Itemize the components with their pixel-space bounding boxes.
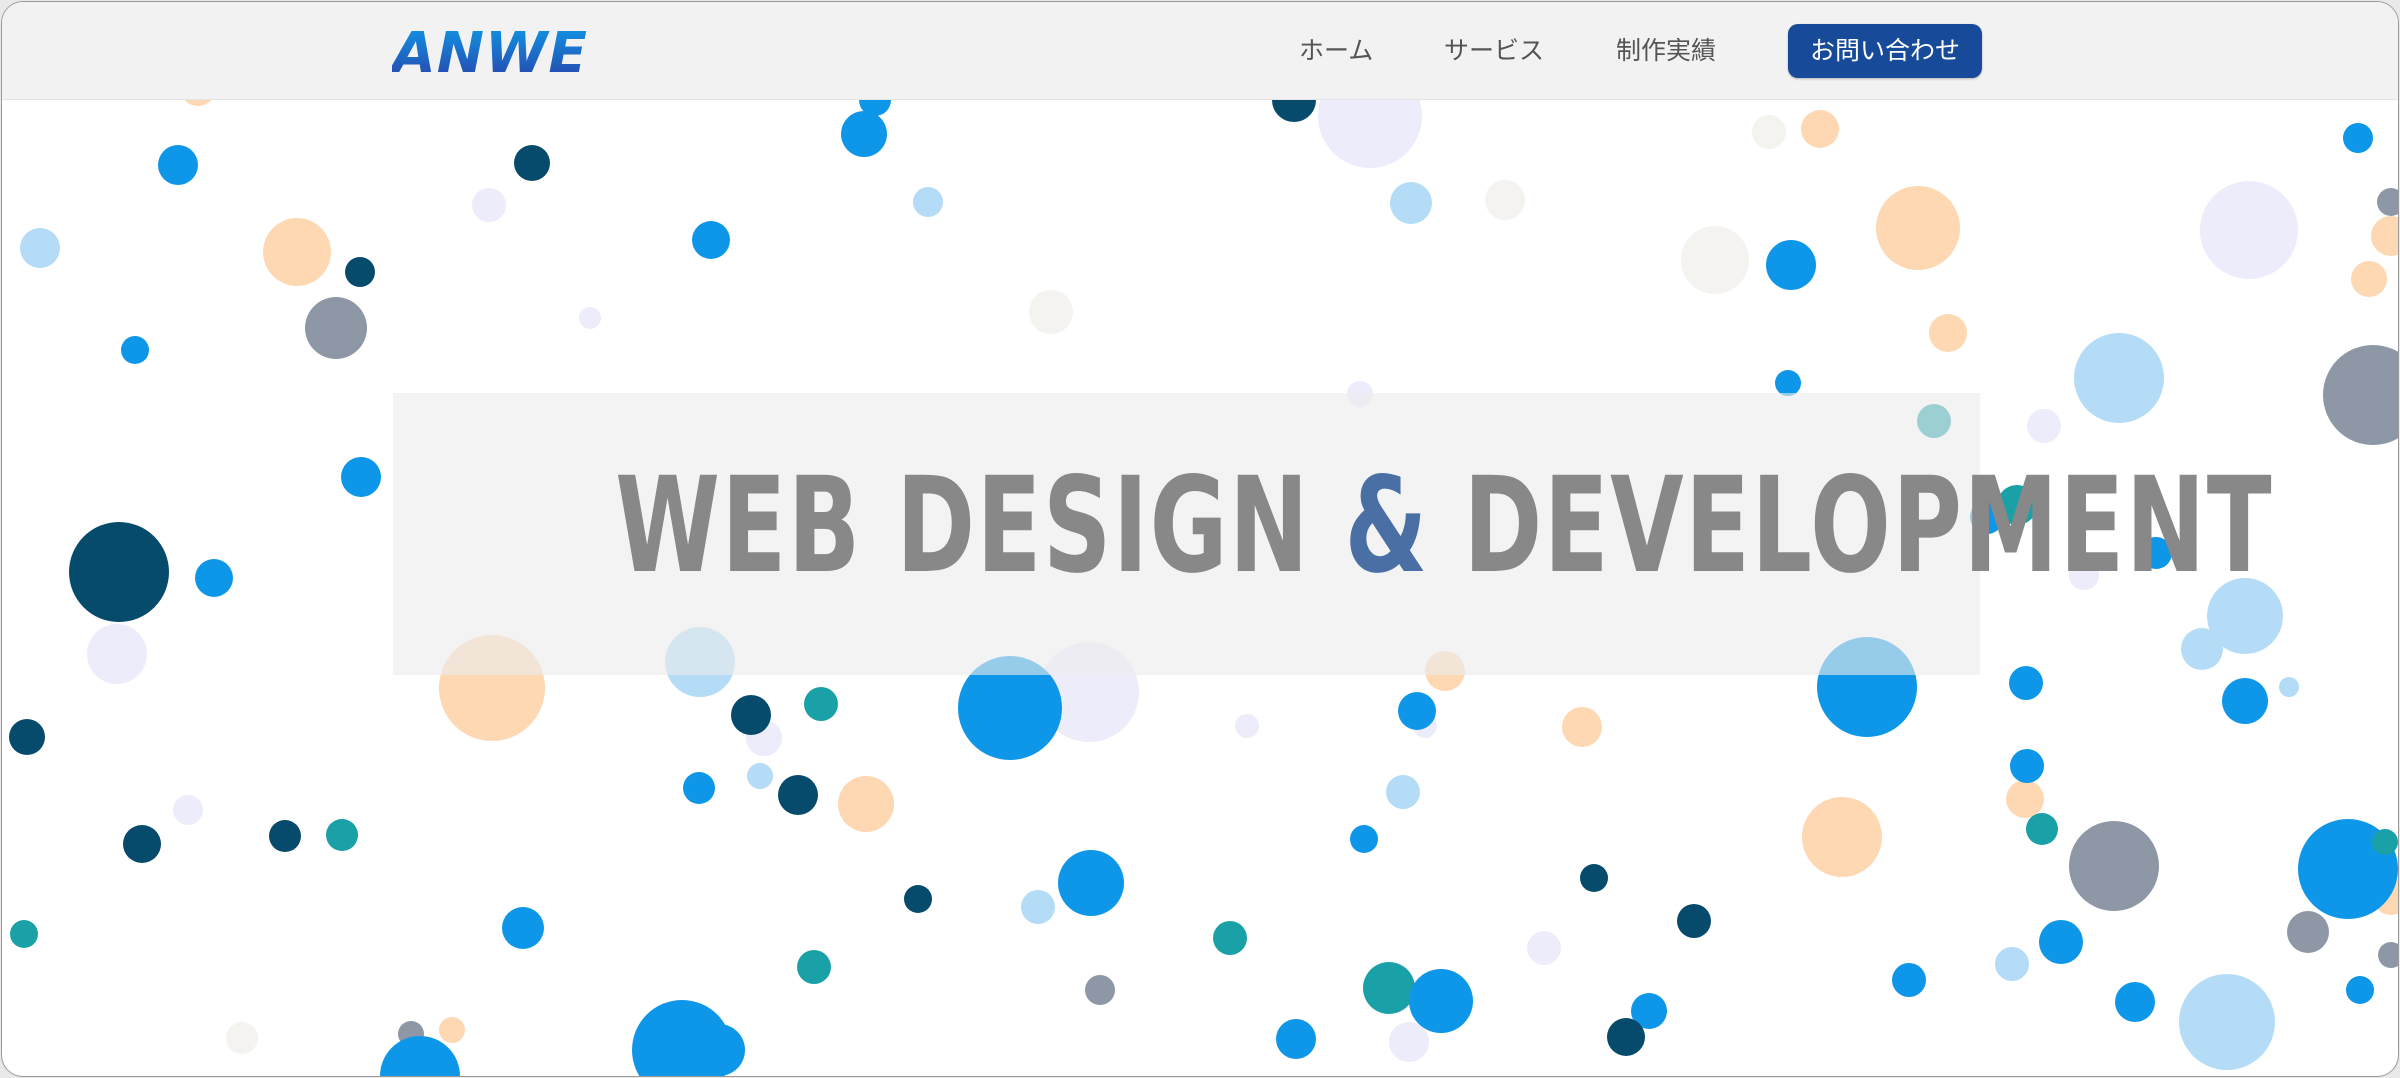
nav-services[interactable]: サービス <box>1444 24 1544 78</box>
nav-works[interactable]: 制作実績 <box>1616 24 1716 78</box>
nav-home[interactable]: ホーム <box>1299 24 1373 78</box>
anwe-logo[interactable]: ANWE <box>392 20 592 80</box>
hero-title-part2: DEVELOPMENT <box>1428 449 2274 603</box>
logo-text: ANWE <box>392 21 588 80</box>
hero-title-ampersand: & <box>1344 449 1429 603</box>
hero-panel: WEB DESIGN & DEVELOPMENT <box>393 393 2272 675</box>
site-header: ANWE ホーム サービス 制作実績 お問い合わせ <box>2 2 2398 100</box>
browser-viewport: ANWE ホーム サービス 制作実績 お問い合わせ WEB DESIGN & D… <box>1 1 2399 1077</box>
hero-title: WEB DESIGN & DEVELOPMENT <box>615 449 2271 603</box>
hero-title-part1: WEB DESIGN <box>615 449 1345 603</box>
contact-button[interactable]: お問い合わせ <box>1788 24 1982 78</box>
